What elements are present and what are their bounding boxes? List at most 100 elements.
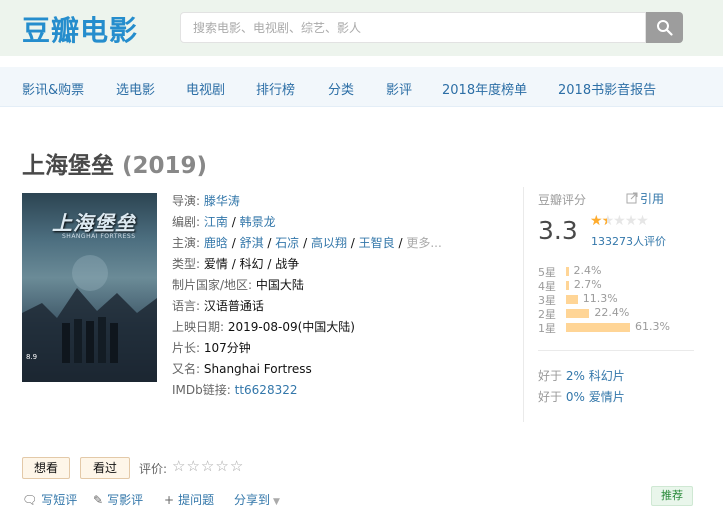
- nav-item-review[interactable]: 影评: [386, 79, 412, 98]
- star-icon: ★: [636, 213, 649, 229]
- movie-year: (2019): [122, 153, 208, 179]
- site-logo[interactable]: 豆瓣电影: [22, 9, 138, 49]
- triangle-down-icon: ▼: [273, 497, 280, 507]
- rating-score: 3.3: [538, 216, 578, 245]
- imdb-row: IMDb链接: tt6628322: [172, 380, 462, 401]
- rating-dist-bar: [566, 267, 569, 276]
- cast-link[interactable]: 王智良: [359, 236, 395, 250]
- runtime-label: 片长:: [172, 341, 201, 355]
- search-input[interactable]: [181, 13, 645, 42]
- aka-label: 又名:: [172, 362, 201, 376]
- short-review-label: 写短评: [41, 493, 78, 507]
- poster-date: 8.9: [26, 353, 38, 361]
- star-fill: ★: [590, 213, 602, 229]
- nav-bar: 影讯&购票 选电影 电视剧 排行榜 分类 影评 2018年度榜单 2018书影音…: [0, 67, 723, 107]
- genre-value: 爱情 / 科幻 / 战争: [203, 257, 300, 271]
- imdb-label: IMDb链接:: [172, 383, 231, 397]
- watched-button[interactable]: 看过: [80, 457, 130, 479]
- language-row: 语言: 汉语普通话: [172, 296, 462, 317]
- search-box[interactable]: [180, 12, 646, 43]
- better-than-prefix: 好于: [538, 390, 563, 404]
- rating-dist-label: 1星: [538, 322, 556, 335]
- question-link[interactable]: + 提问题: [164, 491, 214, 508]
- rating-dist-pct: 2.7%: [573, 278, 602, 291]
- star-icon: ★: [613, 213, 626, 229]
- genre-row: 类型: 爱情 / 科幻 / 战争: [172, 254, 462, 275]
- cast-link[interactable]: 舒淇: [240, 236, 264, 250]
- votes-link[interactable]: 133273人评价: [591, 233, 666, 249]
- cast-link[interactable]: 鹿晗: [204, 236, 228, 250]
- nav-item-chart[interactable]: 排行榜: [256, 79, 295, 98]
- movie-title: 上海堡垒: [22, 153, 114, 179]
- my-rating-stars[interactable]: ☆☆☆☆☆: [172, 457, 244, 475]
- rating-dist-bar: [566, 281, 569, 290]
- star-icon: ★★: [601, 213, 615, 229]
- writer-label: 编剧:: [172, 215, 201, 229]
- better-than-link[interactable]: 2% 科幻片: [566, 369, 625, 383]
- better-than-row: 好于 2% 科幻片: [538, 367, 625, 384]
- star-outline-icon[interactable]: ☆: [230, 457, 244, 475]
- nav-item-explore[interactable]: 选电影: [116, 79, 155, 98]
- share-label: 分享到: [234, 493, 271, 507]
- star-fill: ★: [602, 213, 608, 229]
- cast-more-link[interactable]: 更多...: [406, 236, 441, 250]
- rating-stars: ★★★★★★★: [590, 213, 649, 229]
- director-row: 导演: 滕华涛: [172, 191, 462, 212]
- director-label: 导演:: [172, 194, 201, 208]
- rating-dist-bar: [566, 309, 590, 318]
- search-icon: [657, 20, 673, 36]
- star-outline-icon[interactable]: ☆: [186, 457, 200, 475]
- movie-info: 导演: 滕华涛 编剧: 江南 / 韩景龙 主演: 鹿晗 / 舒淇 / 石凉 / …: [172, 191, 462, 401]
- writer-link[interactable]: 韩景龙: [240, 215, 276, 229]
- nav-item-report-2018[interactable]: 2018书影音报告: [558, 79, 656, 98]
- want-to-watch-button[interactable]: 想看: [22, 457, 70, 479]
- nav-item-tickets[interactable]: 影讯&购票: [22, 79, 84, 98]
- rating-dist-pct: 11.3%: [582, 292, 618, 305]
- country-label: 制片国家/地区:: [172, 278, 253, 292]
- star-icon: ★★: [590, 213, 603, 229]
- cast-link[interactable]: 石凉: [275, 236, 299, 250]
- writer-link[interactable]: 江南: [204, 215, 228, 229]
- question-label: 提问题: [178, 493, 215, 507]
- comment-icon: 🗨︎: [22, 493, 38, 507]
- release-row: 上映日期: 2019-08-09(中国大陆): [172, 317, 462, 338]
- star-outline-icon[interactable]: ☆: [172, 457, 186, 475]
- better-than-prefix: 好于: [538, 369, 563, 383]
- cite-link[interactable]: 引用: [626, 190, 664, 207]
- imdb-link[interactable]: tt6628322: [235, 383, 298, 397]
- language-label: 语言:: [172, 299, 201, 313]
- divider: [538, 350, 694, 351]
- search-button[interactable]: [646, 12, 683, 43]
- pencil-icon: ✎: [93, 493, 104, 507]
- share-link[interactable]: 分享到 ▼: [234, 491, 280, 508]
- recommend-button[interactable]: 推荐: [651, 486, 693, 506]
- cast-row: 主演: 鹿晗 / 舒淇 / 石凉 / 高以翔 / 王智良 / 更多...: [172, 236, 442, 250]
- page-title: 上海堡垒 (2019): [22, 146, 207, 180]
- better-than-link[interactable]: 0% 爱情片: [566, 390, 625, 404]
- aka-row: 又名: Shanghai Fortress: [172, 359, 462, 380]
- rating-title: 豆瓣评分: [538, 193, 587, 207]
- nav-item-annual-2018[interactable]: 2018年度榜单: [442, 79, 527, 98]
- cast-link[interactable]: 高以翔: [311, 236, 347, 250]
- top-bar: 豆瓣电影: [0, 0, 723, 56]
- aka-value: Shanghai Fortress: [203, 362, 312, 376]
- poster-title: 上海堡垒: [52, 211, 136, 235]
- short-review-link[interactable]: 🗨︎ 写短评: [22, 491, 77, 508]
- genre-label: 类型:: [172, 257, 201, 271]
- nav-item-tag[interactable]: 分类: [328, 79, 354, 98]
- release-value: 2019-08-09(中国大陆): [227, 320, 355, 334]
- nav-item-tv[interactable]: 电视剧: [186, 79, 225, 98]
- director-link[interactable]: 滕华涛: [204, 194, 240, 208]
- writer-row: 编剧: 江南 / 韩景龙: [172, 215, 276, 229]
- star-outline-icon[interactable]: ☆: [215, 457, 229, 475]
- rating-dist-bar: [566, 295, 578, 304]
- rating-dist-pct: 22.4%: [594, 306, 630, 319]
- review-label: 写影评: [107, 493, 144, 507]
- star-outline-icon[interactable]: ☆: [201, 457, 215, 475]
- runtime-row: 片长: 107分钟: [172, 338, 462, 359]
- my-rating-label: 评价:: [139, 462, 168, 476]
- review-link[interactable]: ✎ 写影评: [93, 491, 143, 508]
- poster-subtitle: SHANGHAI FORTRESS: [62, 233, 136, 240]
- movie-poster[interactable]: 上海堡垒 SHANGHAI FORTRESS 8.9: [22, 193, 157, 382]
- cast-label: 主演:: [172, 236, 201, 250]
